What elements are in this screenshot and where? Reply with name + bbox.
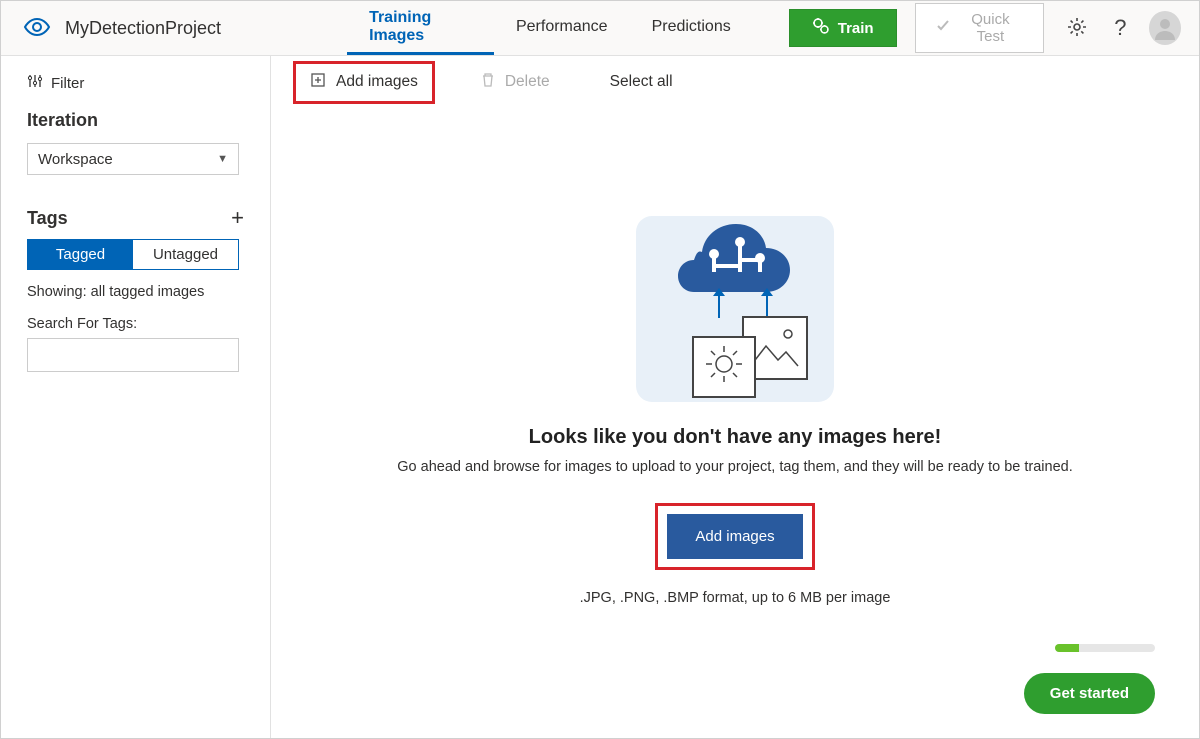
get-started-button[interactable]: Get started: [1024, 673, 1155, 714]
project-logo: MyDetectionProject: [19, 13, 221, 44]
delete-button[interactable]: Delete: [467, 64, 564, 101]
add-images-toolbar-label: Add images: [336, 73, 418, 91]
avatar-icon[interactable]: [1149, 11, 1181, 45]
filter-icon: [27, 74, 43, 92]
showing-status: Showing: all tagged images: [27, 284, 244, 300]
search-tags-label: Search For Tags:: [27, 316, 244, 332]
format-note: .JPG, .PNG, .BMP format, up to 6 MB per …: [580, 590, 891, 606]
quick-test-button[interactable]: Quick Test: [915, 3, 1045, 53]
settings-icon[interactable]: [1062, 12, 1092, 45]
empty-illustration: [636, 216, 834, 402]
eye-icon: [19, 13, 55, 44]
empty-state: Looks like you don't have any images her…: [271, 216, 1199, 606]
top-header: MyDetectionProject Training Images Perfo…: [1, 1, 1199, 56]
select-all-button[interactable]: Select all: [596, 65, 687, 99]
toggle-untagged[interactable]: Untagged: [133, 240, 238, 269]
nav-tabs: Training Images Performance Predictions: [347, 1, 753, 55]
tab-performance[interactable]: Performance: [494, 1, 630, 55]
quick-test-label: Quick Test: [958, 11, 1024, 45]
toggle-tagged[interactable]: Tagged: [28, 240, 133, 269]
app-root: MyDetectionProject Training Images Perfo…: [0, 0, 1200, 739]
tab-predictions[interactable]: Predictions: [630, 1, 753, 55]
progress-fill: [1055, 644, 1079, 652]
project-name: MyDetectionProject: [65, 18, 221, 39]
train-button[interactable]: Train: [789, 9, 897, 47]
add-image-icon: [310, 72, 326, 93]
filter-sidebar: Filter Iteration Workspace ▼ Tags + Tagg…: [1, 56, 271, 738]
empty-title: Looks like you don't have any images her…: [529, 426, 942, 449]
filter-heading[interactable]: Filter: [27, 74, 244, 92]
content-pane: Add images Delete Select all: [271, 56, 1199, 738]
content-toolbar: Add images Delete Select all: [271, 56, 1199, 108]
add-images-toolbar-button[interactable]: Add images: [293, 61, 435, 104]
add-images-cta-highlight: Add images: [655, 503, 814, 570]
photo-placeholder-icon: [692, 336, 756, 398]
train-gears-icon: [812, 17, 830, 39]
brain-cloud-icon: [674, 220, 796, 300]
iteration-selected-value: Workspace: [38, 151, 113, 168]
delete-icon: [481, 72, 495, 93]
arrow-up-icon: [718, 294, 720, 318]
main-area: Filter Iteration Workspace ▼ Tags + Tagg…: [1, 56, 1199, 738]
train-button-label: Train: [838, 20, 874, 37]
tag-filter-toggle: Tagged Untagged: [27, 239, 239, 270]
tags-title: Tags: [27, 208, 68, 229]
tab-training-images[interactable]: Training Images: [347, 1, 494, 55]
arrow-up-icon: [766, 294, 768, 318]
add-tag-icon[interactable]: +: [231, 205, 244, 231]
tags-header: Tags +: [27, 205, 244, 231]
add-images-button[interactable]: Add images: [667, 514, 802, 559]
empty-subtitle: Go ahead and browse for images to upload…: [397, 459, 1072, 475]
iteration-title: Iteration: [27, 110, 244, 131]
help-icon[interactable]: ?: [1110, 11, 1130, 45]
onboarding-progress-bar: [1055, 644, 1155, 652]
search-tags-input[interactable]: [27, 338, 239, 372]
iteration-select[interactable]: Workspace ▼: [27, 143, 239, 175]
check-icon: [936, 19, 950, 37]
select-all-label: Select all: [610, 73, 673, 91]
chevron-down-icon: ▼: [217, 153, 228, 165]
filter-label: Filter: [51, 75, 84, 92]
delete-label: Delete: [505, 73, 550, 91]
